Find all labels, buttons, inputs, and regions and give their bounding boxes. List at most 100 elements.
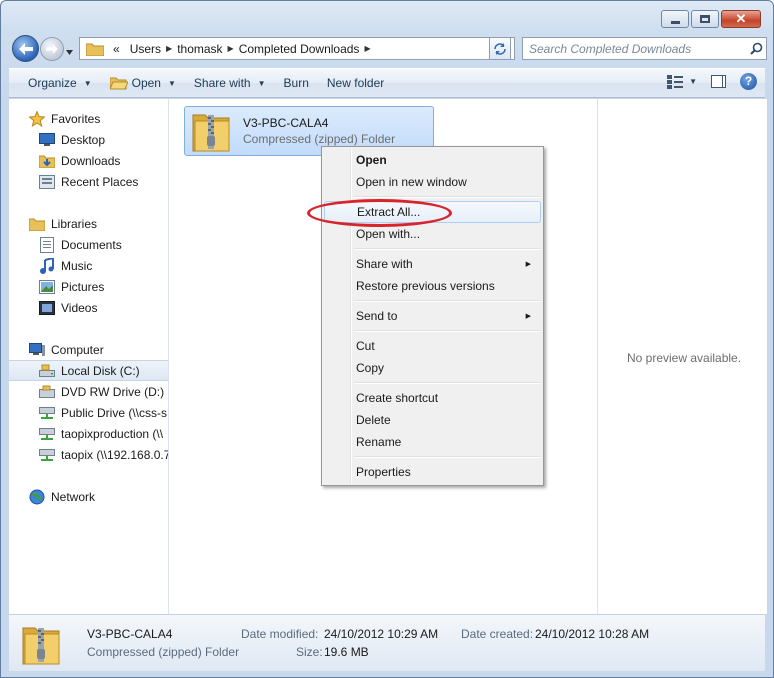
menu-separator <box>354 456 540 458</box>
sidebar-item-recent-places[interactable]: Recent Places <box>39 171 138 192</box>
date-modified-label: Date modified: <box>241 627 319 641</box>
sidebar-network[interactable]: Network <box>29 486 95 507</box>
sidebar-item-downloads[interactable]: Downloads <box>39 150 120 171</box>
details-file-type: Compressed (zipped) Folder <box>87 645 240 659</box>
network-drive-icon <box>39 405 55 421</box>
chevron-down-icon: ▼ <box>257 78 266 88</box>
recent-pages-dropdown[interactable] <box>66 44 73 58</box>
sidebar-item-pictures[interactable]: Pictures <box>39 276 104 297</box>
views-icon <box>667 74 684 89</box>
sidebar-libraries-label: Libraries <box>51 216 98 231</box>
sidebar-computer-label: Computer <box>51 342 104 357</box>
close-button[interactable]: ✕ <box>721 10 761 28</box>
sidebar-favorites[interactable]: Favorites <box>29 108 100 129</box>
submenu-arrow-icon: ▶ <box>525 261 531 268</box>
size-value: 19.6 MB <box>324 645 369 659</box>
menu-separator <box>354 382 540 384</box>
menu-item-cut[interactable]: Cut <box>324 335 541 357</box>
minimize-icon <box>670 20 680 24</box>
date-created-value: 24/10/2012 10:28 AM <box>535 627 650 641</box>
sidebar-item-label: Local Disk (C:) <box>61 363 140 378</box>
breadcrumb-thomask[interactable]: thomask <box>172 42 227 56</box>
navigation-bar: « Users ▶ thomask ▶ Completed Downloads … <box>9 35 767 63</box>
menu-item-restore-previous-versions[interactable]: Restore previous versions <box>324 275 541 297</box>
preview-pane-toggle-icon[interactable] <box>711 75 726 88</box>
menu-item-rename[interactable]: Rename <box>324 431 541 453</box>
folder-icon <box>86 43 104 56</box>
dvd-drive-icon <box>39 384 55 400</box>
sidebar-item-label: taopix (\\192.168.0.7 <box>61 447 169 462</box>
sidebar-item-dvd-drive[interactable]: DVD RW Drive (D:) C <box>39 381 168 402</box>
sidebar-item-music[interactable]: Music <box>39 255 92 276</box>
minimize-button[interactable] <box>661 10 689 28</box>
explorer-window: ✕ « Users ▶ thomask ▶ Completed Download… <box>0 0 774 678</box>
forward-arrow-icon <box>46 44 58 54</box>
menu-item-create-shortcut[interactable]: Create shortcut <box>324 387 541 409</box>
local-disk-icon <box>39 363 55 379</box>
breadcrumb-users[interactable]: Users <box>125 42 166 56</box>
sidebar-favorites-label: Favorites <box>51 111 101 126</box>
menu-item-open[interactable]: Open <box>324 149 541 171</box>
search-box <box>522 37 767 60</box>
desktop-icon <box>39 132 55 148</box>
menu-item-share-with[interactable]: Share with ▶ <box>324 253 541 275</box>
back-button[interactable] <box>12 35 39 62</box>
details-file-name: V3-PBC-CALA4 <box>87 627 173 641</box>
burn-label: Burn <box>283 76 309 90</box>
burn-button[interactable]: Burn <box>275 72 318 94</box>
close-icon: ✕ <box>735 11 747 26</box>
music-icon <box>39 257 55 274</box>
caption-buttons: ✕ <box>661 10 761 28</box>
chevron-down-icon: ▼ <box>83 78 92 88</box>
sidebar-item-taopix[interactable]: taopix (\\192.168.0.7 <box>39 444 169 465</box>
refresh-button[interactable] <box>489 37 511 60</box>
network-drive-icon <box>39 447 55 463</box>
sidebar-item-desktop[interactable]: Desktop <box>39 129 105 150</box>
documents-icon <box>39 236 55 253</box>
menu-item-label: Share with <box>356 257 413 271</box>
menu-item-delete[interactable]: Delete <box>324 409 541 431</box>
sidebar-item-videos[interactable]: Videos <box>39 297 97 318</box>
details-pane: V3-PBC-CALA4 Compressed (zipped) Folder … <box>9 614 765 671</box>
star-icon <box>29 110 45 127</box>
back-arrow-icon <box>18 42 33 55</box>
open-button[interactable]: Open ▼ <box>101 72 185 94</box>
sidebar-libraries[interactable]: Libraries <box>29 213 97 234</box>
breadcrumb-separator-icon[interactable]: ▶ <box>364 44 370 53</box>
libraries-icon <box>29 216 45 232</box>
videos-icon <box>39 300 55 316</box>
zip-folder-icon <box>192 114 230 152</box>
change-view-button[interactable]: ▼ <box>667 74 697 89</box>
menu-item-copy[interactable]: Copy <box>324 357 541 379</box>
recent-places-icon <box>39 174 55 190</box>
menu-item-properties[interactable]: Properties <box>324 461 541 483</box>
command-bar: Organize ▼ Open ▼ Share with ▼ Burn New fol… <box>9 68 765 98</box>
sidebar-item-taopixproduction[interactable]: taopixproduction (\\ <box>39 423 163 444</box>
chevron-down-icon[interactable]: ▼ <box>689 77 697 86</box>
breadcrumb-overflow[interactable]: « <box>108 42 125 56</box>
maximize-button[interactable] <box>691 10 719 28</box>
search-input[interactable] <box>523 38 746 59</box>
menu-item-label: Send to <box>356 309 398 323</box>
context-menu: Open Open in new window Extract All... O… <box>321 146 544 486</box>
forward-button[interactable] <box>40 37 64 61</box>
address-bar[interactable]: « Users ▶ thomask ▶ Completed Downloads … <box>79 37 515 60</box>
sidebar-item-local-disk[interactable]: Local Disk (C:) <box>9 360 168 381</box>
menu-item-send-to[interactable]: Send to ▶ <box>324 305 541 327</box>
sidebar-item-documents[interactable]: Documents <box>39 234 122 255</box>
sidebar-item-label: Music <box>61 258 93 273</box>
breadcrumb-completed-downloads[interactable]: Completed Downloads <box>234 42 365 56</box>
menu-item-open-in-new-window[interactable]: Open in new window <box>324 171 541 193</box>
menu-separator <box>354 248 540 250</box>
size-label: Size: <box>296 645 323 659</box>
new-folder-button[interactable]: New folder <box>318 72 393 94</box>
sidebar-item-public-drive[interactable]: Public Drive (\\css-s <box>39 402 167 423</box>
sidebar-computer[interactable]: Computer <box>29 339 104 360</box>
share-with-button[interactable]: Share with ▼ <box>185 72 275 94</box>
help-icon[interactable]: ? <box>740 73 757 90</box>
share-with-label: Share with <box>193 76 251 90</box>
organize-button[interactable]: Organize ▼ <box>19 72 101 94</box>
search-icon[interactable] <box>746 39 766 59</box>
file-type: Compressed (zipped) Folder <box>243 132 396 146</box>
submenu-arrow-icon: ▶ <box>525 313 531 320</box>
